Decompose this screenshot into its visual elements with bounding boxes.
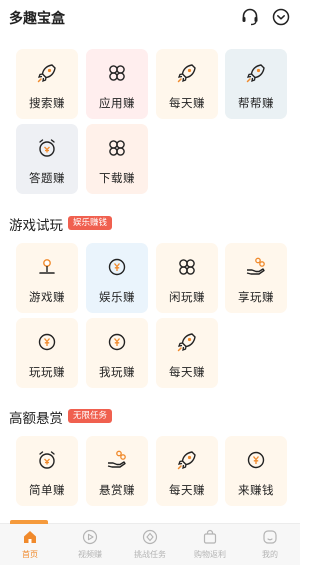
profile-icon	[261, 528, 279, 546]
tile-label: 闲玩赚	[169, 290, 205, 304]
app-page: 多趣宝盒 搜索赚 应用赚 每天赚 帮帮赚 答题赚 下载赚 游戏试玩 娱乐赚钱 游…	[0, 0, 300, 565]
tile-label: 简单赚	[29, 483, 65, 497]
tile-search-earn[interactable]: 搜索赚	[16, 49, 78, 119]
tile-my-play-earn[interactable]: 我玩赚	[86, 318, 148, 388]
section-title-rewards: 高额悬赏	[9, 411, 63, 427]
rocket-icon	[175, 330, 199, 354]
hand-coins-icon	[244, 255, 268, 279]
tab-video-earn[interactable]: 视频赚	[60, 528, 120, 564]
tile-come-earn[interactable]: 来赚钱	[225, 436, 287, 506]
tile-label: 来赚钱	[238, 483, 274, 497]
rocket-icon	[244, 61, 268, 85]
tile-daily-earn-2[interactable]: 每天赚	[156, 318, 218, 388]
tile-bounty-earn[interactable]: 悬赏赚	[86, 436, 148, 506]
tile-label: 玩玩赚	[29, 365, 65, 379]
headset-icon	[242, 8, 258, 26]
tile-label: 答题赚	[29, 171, 65, 185]
tile-label: 娱乐赚	[99, 290, 135, 304]
tile-label: 搜索赚	[29, 96, 65, 110]
tile-help-earn[interactable]: 帮帮赚	[225, 49, 287, 119]
tile-label: 每天赚	[169, 96, 205, 110]
tab-profile[interactable]: 我的	[240, 528, 300, 564]
section-badge: 娱乐赚钱	[68, 216, 113, 230]
tile-play-earn[interactable]: 玩玩赚	[16, 318, 78, 388]
alarm-clock-icon	[35, 448, 59, 472]
clover-icon	[105, 61, 129, 85]
yuan-coin-icon	[105, 255, 129, 279]
tile-enjoy-earn[interactable]: 享玩赚	[225, 243, 287, 313]
tile-label: 悬赏赚	[99, 483, 135, 497]
tab-home[interactable]: 首页	[0, 528, 60, 564]
tile-label: 应用赚	[99, 96, 135, 110]
tab-label: 首页	[22, 550, 38, 559]
yuan-coin-icon	[105, 330, 129, 354]
tile-leisure-earn[interactable]: 闲玩赚	[156, 243, 218, 313]
tile-simple-earn[interactable]: 简单赚	[16, 436, 78, 506]
tile-daily-earn[interactable]: 每天赚	[156, 49, 218, 119]
alarm-clock-icon	[35, 136, 59, 160]
tile-quiz-earn[interactable]: 答题赚	[16, 124, 78, 194]
bottom-tab-bar: 首页 视频赚 挑战任务 购物返利 我的	[0, 520, 300, 565]
tile-download-earn[interactable]: 下载赚	[86, 124, 148, 194]
rocket-icon	[35, 61, 59, 85]
yuan-coin-icon	[35, 330, 59, 354]
tile-label: 每天赚	[169, 365, 205, 379]
customer-support-button[interactable]	[239, 6, 261, 28]
yuan-coin-icon	[244, 448, 268, 472]
tab-label: 购物返利	[194, 550, 226, 559]
play-circle-icon	[81, 528, 99, 546]
section-badge: 无限任务	[68, 409, 113, 423]
tab-label: 视频赚	[78, 550, 102, 559]
rocket-icon	[175, 61, 199, 85]
section-title-games: 游戏试玩	[9, 218, 63, 234]
tab-indicator	[10, 520, 48, 524]
tile-label: 帮帮赚	[238, 96, 274, 110]
tile-game-earn[interactable]: 游戏赚	[16, 243, 78, 313]
tile-label: 我玩赚	[99, 365, 135, 379]
hand-coins-icon	[105, 448, 129, 472]
chevron-down-circle-icon	[272, 8, 290, 26]
shopping-bag-icon	[201, 528, 219, 546]
diamond-icon	[141, 528, 159, 546]
top-header: 多趣宝盒	[0, 0, 300, 34]
clover-icon	[175, 255, 199, 279]
tab-challenge[interactable]: 挑战任务	[120, 528, 180, 564]
tile-app-earn[interactable]: 应用赚	[86, 49, 148, 119]
tile-daily-earn-3[interactable]: 每天赚	[156, 436, 218, 506]
tab-label: 我的	[262, 550, 278, 559]
tab-shopping[interactable]: 购物返利	[180, 528, 240, 564]
tile-label: 享玩赚	[238, 290, 274, 304]
page-title: 多趣宝盒	[9, 11, 65, 27]
joystick-icon	[35, 255, 59, 279]
more-menu-button[interactable]	[270, 6, 292, 28]
clover-icon	[105, 136, 129, 160]
tab-label: 挑战任务	[134, 550, 166, 559]
tile-label: 游戏赚	[29, 290, 65, 304]
tile-fun-earn[interactable]: 娱乐赚	[86, 243, 148, 313]
home-icon	[21, 528, 39, 546]
tile-label: 下载赚	[99, 171, 135, 185]
tile-label: 每天赚	[169, 483, 205, 497]
rocket-icon	[175, 448, 199, 472]
